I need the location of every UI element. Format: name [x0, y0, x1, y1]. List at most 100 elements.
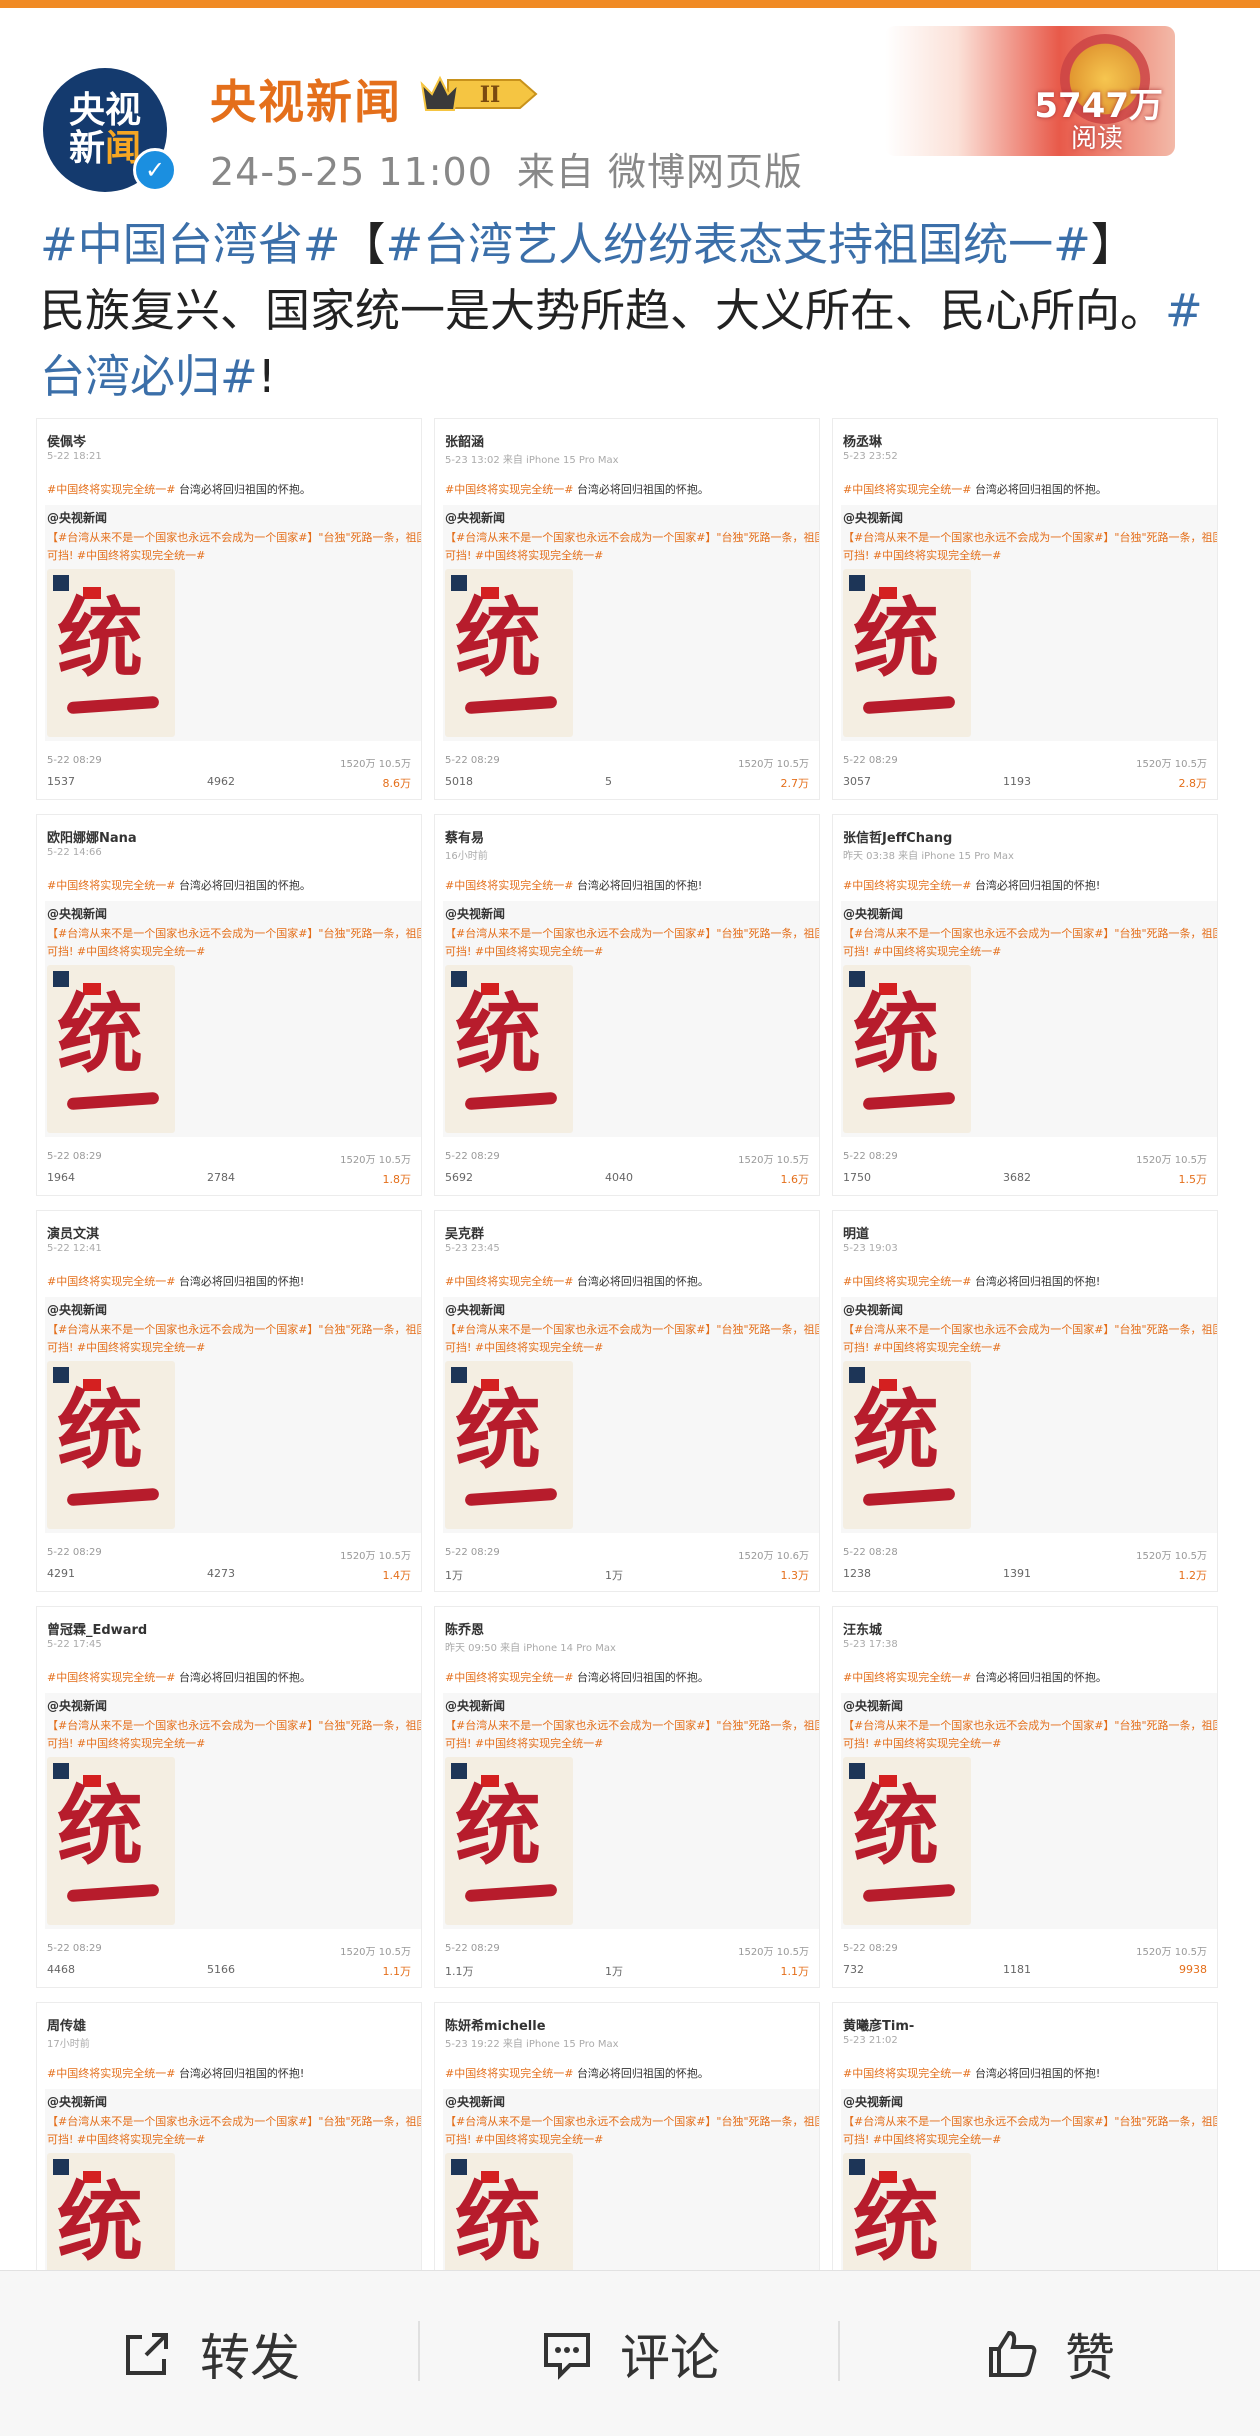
- art-stroke: [66, 1487, 160, 1507]
- art-character: 统: [57, 588, 143, 689]
- art-character: 统: [57, 1776, 143, 1877]
- card-text: #中国终将实现完全统一# 台湾必将回归祖国的怀抱。: [445, 1669, 709, 1685]
- card-quote-line1: 【#台湾从来不是一个国家也永远不会成为一个国家#】"台独"死路一条，祖国统一必然: [843, 531, 1217, 544]
- card-hashtag: #中国终将实现完全统一#: [47, 1671, 176, 1684]
- card-user-name: 黄曦彦Tim-: [843, 2019, 915, 2034]
- avatar-text-top: 央视: [68, 90, 141, 132]
- card-text: #中国终将实现完全统一# 台湾必将回归祖国的怀抱!: [843, 877, 1100, 893]
- card-quote-date: 5-22 08:29: [445, 1151, 500, 1162]
- card-quote-line2: 可挡! #中国终将实现完全统一#: [445, 945, 604, 958]
- card-artwork: 统: [843, 1757, 971, 1925]
- art-stroke: [862, 695, 956, 715]
- like-label: 赞: [1065, 2328, 1115, 2387]
- card-repost-count: 1750: [843, 1171, 871, 1184]
- art-character: 统: [455, 1776, 541, 1877]
- card-message: 台湾必将回归祖国的怀抱。: [576, 483, 709, 496]
- thumbs-up-icon: [989, 2330, 1037, 2377]
- art-character: 统: [57, 1380, 143, 1481]
- card-like-count: 1.1万: [780, 1965, 810, 1978]
- card-quote-name: @央视新闻: [843, 1303, 904, 1317]
- card-repost-count: 1238: [843, 1567, 871, 1580]
- card-message: 台湾必将回归祖国的怀抱。: [178, 483, 311, 496]
- card-quote-stats: 1520万 10.5万: [1136, 759, 1207, 770]
- hashtag-link[interactable]: #中国台湾省#: [40, 218, 340, 271]
- card-user-time: 17小时前: [47, 2039, 90, 2050]
- card-user-time: 5-23 17:38: [843, 1639, 898, 1650]
- card-quote-line1: 【#台湾从来不是一个国家也永远不会成为一个国家#】"台独"死路一条，祖国统一必然: [843, 1323, 1217, 1336]
- card-message: 台湾必将回归祖国的怀抱!: [974, 879, 1101, 892]
- card-artwork: 统: [445, 569, 573, 737]
- post-time: 24-5-25 11:00: [210, 150, 493, 194]
- art-stroke: [66, 1091, 160, 1111]
- card-quote-name: @央视新闻: [47, 1699, 108, 1713]
- card-hashtag: #中国终将实现完全统一#: [445, 1671, 574, 1684]
- card-hashtag: #中国终将实现完全统一#: [445, 1275, 574, 1288]
- card-comment-count: 5: [605, 775, 612, 788]
- comment-icon: [544, 2332, 590, 2380]
- art-stroke: [464, 1487, 558, 1507]
- card-hashtag: #中国终将实现完全统一#: [445, 2067, 574, 2080]
- art-character: 统: [853, 1776, 939, 1877]
- card-message: 台湾必将回归祖国的怀抱!: [576, 879, 703, 892]
- screenshot-card: 张信哲JeffChang 昨天 03:38 来自 iPhone 15 Pro M…: [832, 814, 1218, 1196]
- art-stroke: [862, 1883, 956, 1903]
- verified-badge-icon: ✓: [133, 148, 177, 192]
- card-comment-count: 5166: [207, 1963, 235, 1976]
- art-stroke: [66, 695, 160, 715]
- card-artwork: 统: [843, 1361, 971, 1529]
- card-quote-line1: 【#台湾从来不是一个国家也永远不会成为一个国家#】"台独"死路一条，祖国统一必然: [445, 1323, 819, 1336]
- card-user-name: 陈妍希michelle: [445, 2019, 546, 2034]
- author-name[interactable]: 央视新闻: [210, 66, 402, 132]
- card-quote-stats: 1520万 10.5万: [340, 1155, 411, 1166]
- art-stroke: [862, 1091, 956, 1111]
- action-bar: 转发 评论 赞: [0, 2270, 1260, 2436]
- post-text: #中国台湾省#【#台湾艺人纷纷表态支持祖国统一#】 民族复兴、国家统一是大势所趋、…: [40, 212, 1220, 410]
- card-quote-date: 5-22 08:29: [47, 1943, 102, 1954]
- art-stroke: [862, 1487, 956, 1507]
- card-quote-stats: 1520万 10.5万: [738, 1155, 809, 1166]
- card-user-name: 曾冠霖_Edward: [47, 1623, 148, 1638]
- card-user-name: 蔡有易: [445, 831, 485, 846]
- card-quote-name: @央视新闻: [843, 2095, 904, 2109]
- card-quote-line1: 【#台湾从来不是一个国家也永远不会成为一个国家#】"台独"死路一条，祖国统一必然: [843, 2115, 1217, 2128]
- card-user-name: 陈乔恩: [445, 1623, 485, 1638]
- card-quote-line2: 可挡! #中国终将实现完全统一#: [47, 945, 206, 958]
- card-repost-count: 5018: [445, 775, 473, 788]
- card-quote-line1: 【#台湾从来不是一个国家也永远不会成为一个国家#】"台独"死路一条，祖国统一必然: [843, 927, 1217, 940]
- card-quote-date: 5-22 08:29: [47, 1547, 102, 1558]
- repost-button[interactable]: 转发: [0, 2271, 420, 2436]
- top-accent-bar: [0, 0, 1260, 8]
- card-quote-line2: 可挡! #中国终将实现完全统一#: [445, 549, 604, 562]
- repost-label: 转发: [200, 2328, 300, 2387]
- card-like-count: 1.4万: [382, 1569, 412, 1582]
- card-hashtag: #中国终将实现完全统一#: [843, 1275, 972, 1288]
- card-comment-count: 1193: [1003, 775, 1031, 788]
- screenshot-card: 张韶涵 5-23 13:02 来自 iPhone 15 Pro Max #中国终…: [434, 418, 820, 800]
- card-hashtag: #中国终将实现完全统一#: [47, 879, 176, 892]
- vip-level: II: [480, 82, 501, 108]
- card-text: #中国终将实现完全统一# 台湾必将回归祖国的怀抱!: [47, 2065, 304, 2081]
- card-quote-line1: 【#台湾从来不是一个国家也永远不会成为一个国家#】"台独"死路一条，祖国统一必然: [47, 2115, 421, 2128]
- card-repost-count: 1.1万: [445, 1965, 474, 1978]
- art-character: 统: [853, 2172, 939, 2273]
- card-artwork: 统: [445, 1361, 573, 1529]
- card-user-name: 明道: [843, 1227, 870, 1242]
- card-artwork: 统: [445, 1757, 573, 1925]
- card-quote-date: 5-22 08:28: [843, 1547, 898, 1558]
- card-text: #中国终将实现完全统一# 台湾必将回归祖国的怀抱。: [843, 1669, 1107, 1685]
- card-quote-name: @央视新闻: [843, 907, 904, 921]
- card-quote-stats: 1520万 10.5万: [340, 1551, 411, 1562]
- card-quote-date: 5-22 08:29: [843, 1151, 898, 1162]
- card-quote-line2: 可挡! #中国终将实现完全统一#: [47, 1737, 206, 1750]
- hashtag-link[interactable]: #台湾艺人纷纷表态支持祖国统一#: [385, 218, 1090, 271]
- like-button[interactable]: 赞: [840, 2271, 1260, 2436]
- card-quote-name: @央视新闻: [843, 511, 904, 525]
- card-quote-line1: 【#台湾从来不是一个国家也永远不会成为一个国家#】"台独"死路一条，祖国统一必然: [445, 1719, 819, 1732]
- card-quote-date: 5-22 08:29: [47, 755, 102, 766]
- card-like-count: 1.6万: [780, 1173, 810, 1186]
- card-message: 台湾必将回归祖国的怀抱。: [974, 1671, 1107, 1684]
- card-user-name: 周传雄: [47, 2019, 87, 2034]
- comment-button[interactable]: 评论: [420, 2271, 840, 2436]
- card-comment-count: 4962: [207, 775, 235, 788]
- card-user-time: 5-22 14:66: [47, 847, 102, 858]
